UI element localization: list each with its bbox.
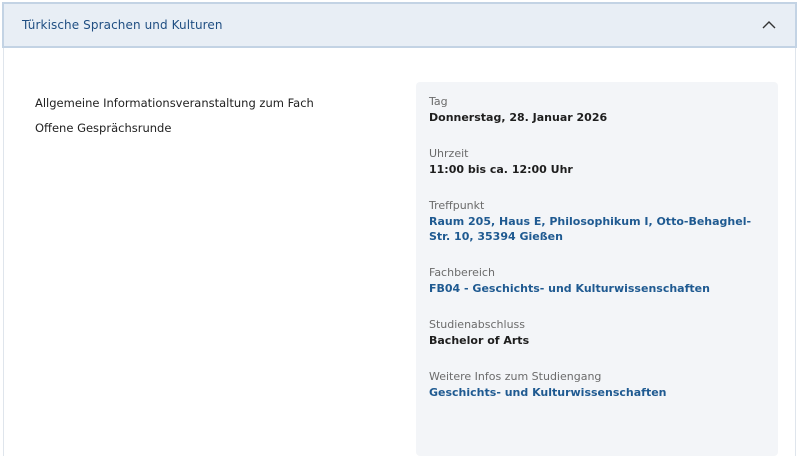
date-label: Tag — [429, 95, 448, 108]
accordion-header[interactable]: Türkische Sprachen und Kulturen — [2, 2, 797, 48]
description-line: Offene Gesprächsrunde — [35, 121, 172, 135]
department-label: Fachbereich — [429, 266, 495, 279]
description-line: Allgemeine Informationsveranstaltung zum… — [35, 96, 314, 110]
degree-field: Studienabschluss Bachelor of Arts — [429, 318, 765, 348]
location-label: Treffpunkt — [429, 199, 485, 212]
department-link[interactable]: FB04 - Geschichts- und Kulturwissenschaf… — [429, 281, 765, 296]
date-field: Tag Donnerstag, 28. Januar 2026 — [429, 95, 765, 125]
accordion-title: Türkische Sprachen und Kulturen — [22, 18, 223, 32]
more-info-link[interactable]: Geschichts- und Kulturwissenschaften — [429, 385, 765, 400]
date-value: Donnerstag, 28. Januar 2026 — [429, 111, 608, 124]
degree-value: Bachelor of Arts — [429, 334, 530, 347]
event-description: Allgemeine Informationsveranstaltung zum… — [35, 96, 375, 146]
more-info-label: Weitere Infos zum Studiengang — [429, 370, 602, 383]
degree-label: Studienabschluss — [429, 318, 526, 331]
location-link[interactable]: Raum 205, Haus E, Philosophikum I, Otto-… — [429, 214, 765, 244]
time-value: 11:00 bis ca. 12:00 Uhr — [429, 163, 573, 176]
more-info-field: Weitere Infos zum Studiengang Geschichts… — [429, 370, 765, 400]
time-label: Uhrzeit — [429, 147, 469, 160]
time-field: Uhrzeit 11:00 bis ca. 12:00 Uhr — [429, 147, 765, 177]
location-field: Treffpunkt Raum 205, Haus E, Philosophik… — [429, 199, 765, 244]
department-field: Fachbereich FB04 - Geschichts- und Kultu… — [429, 266, 765, 296]
event-details-box: Tag Donnerstag, 28. Januar 2026 Uhrzeit … — [416, 82, 778, 456]
chevron-up-icon[interactable] — [761, 17, 777, 33]
